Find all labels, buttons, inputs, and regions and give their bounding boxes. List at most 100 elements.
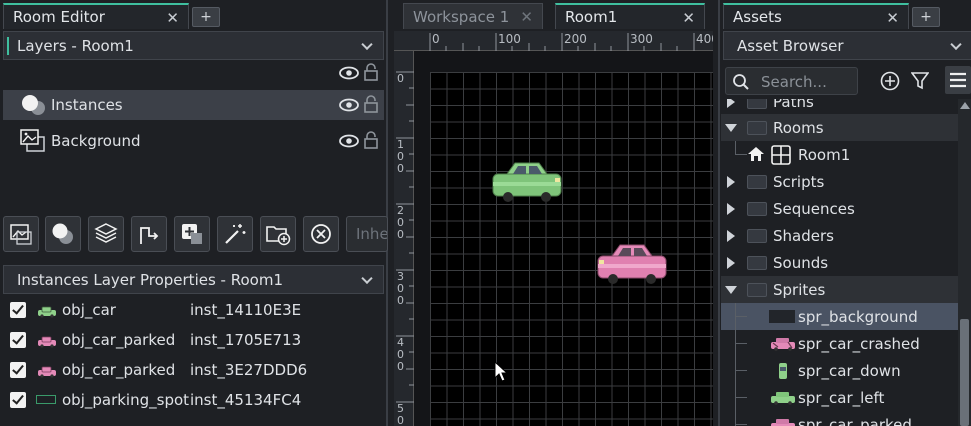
lock-icon[interactable] bbox=[364, 95, 378, 117]
folder-icon bbox=[747, 120, 767, 135]
add-asset-icon[interactable] bbox=[879, 70, 901, 96]
tree-item-spr-background[interactable]: spr_background bbox=[721, 303, 961, 330]
ruler-label: 0 bbox=[397, 72, 404, 85]
eye-icon[interactable] bbox=[339, 98, 359, 116]
add-folder-button[interactable] bbox=[260, 216, 296, 252]
instance-id: inst_1705E713 bbox=[190, 331, 302, 349]
tree-folder-rooms[interactable]: Rooms bbox=[721, 114, 961, 141]
add-instance-layer-button[interactable] bbox=[45, 216, 81, 252]
folder-icon bbox=[747, 255, 767, 270]
close-icon[interactable]: ✕ bbox=[682, 9, 695, 27]
room-grid[interactable] bbox=[430, 72, 713, 426]
chevron-right-icon[interactable] bbox=[727, 99, 735, 108]
add-tab-button[interactable]: + bbox=[912, 7, 940, 27]
instances-properties-header[interactable]: Instances Layer Properties - Room1 bbox=[3, 265, 384, 294]
chevron-down-icon[interactable] bbox=[361, 38, 373, 50]
magic-wand-icon[interactable] bbox=[217, 216, 253, 252]
tree-folder-scripts[interactable]: Scripts bbox=[721, 168, 961, 195]
layer-name: Instances bbox=[51, 96, 123, 114]
close-icon[interactable]: ✕ bbox=[886, 9, 899, 27]
tab-room1[interactable]: Room1 ✕ bbox=[555, 3, 705, 29]
ruler-top: 0 100 200 300 400 bbox=[394, 31, 713, 51]
tree-item-room1[interactable]: Room1 bbox=[721, 141, 961, 168]
instances-layer-icon bbox=[19, 93, 49, 117]
layers-header[interactable]: Layers - Room1 bbox=[3, 31, 384, 60]
asset-scrollbar[interactable] bbox=[958, 99, 971, 426]
filter-icon[interactable] bbox=[910, 71, 930, 95]
tree-folder-sounds[interactable]: Sounds bbox=[721, 249, 961, 276]
ruler-label: 300 bbox=[630, 32, 653, 46]
folder-icon bbox=[747, 228, 767, 243]
close-icon[interactable]: ✕ bbox=[520, 8, 533, 26]
tree-item-spr-car-parked[interactable]: spr_car_parked bbox=[721, 411, 961, 426]
scroll-up-arrow-icon[interactable] bbox=[960, 102, 970, 109]
tree-label: Sounds bbox=[773, 253, 829, 272]
inherit-field-text: Inhe bbox=[356, 225, 388, 243]
instances-properties-title: Instances Layer Properties - Room1 bbox=[17, 270, 283, 289]
instance-row[interactable]: obj_car_parked inst_3E27DDD6 bbox=[0, 355, 385, 385]
instance-row[interactable]: obj_parking_spot inst_45134FC4 bbox=[0, 385, 385, 415]
tree-folder-paths[interactable]: Paths bbox=[721, 99, 961, 115]
instance-object: obj_parking_spot bbox=[62, 391, 190, 409]
scrollbar-thumb[interactable] bbox=[960, 319, 969, 426]
asset-browser-header[interactable]: Asset Browser bbox=[723, 31, 971, 60]
car-instance-green[interactable] bbox=[491, 160, 563, 204]
tab-workspace-1[interactable]: Workspace 1 ✕ bbox=[403, 3, 543, 29]
instance-checkbox[interactable] bbox=[10, 362, 26, 378]
eye-icon[interactable] bbox=[339, 66, 359, 80]
chevron-right-icon[interactable] bbox=[727, 202, 735, 215]
room-canvas-area[interactable]: 0 100 200 300 400 0 1 0 0 2 0 0 3 0 0 4 … bbox=[394, 31, 713, 426]
add-path-layer-button[interactable] bbox=[131, 216, 167, 252]
instance-checkbox[interactable] bbox=[10, 302, 26, 318]
car-icon bbox=[37, 364, 57, 382]
add-tab-button[interactable]: + bbox=[192, 7, 220, 27]
delete-layer-button[interactable] bbox=[303, 216, 339, 252]
tree-folder-sprites[interactable]: Sprites bbox=[721, 276, 961, 303]
ruler-left: 0 1 0 0 2 0 0 3 0 0 4 0 0 5 0 bbox=[394, 51, 414, 426]
layer-row-instances[interactable]: Instances bbox=[3, 90, 384, 120]
lock-icon[interactable] bbox=[364, 131, 378, 153]
tree-label: spr_background bbox=[798, 307, 918, 326]
menu-icon[interactable] bbox=[945, 66, 971, 94]
tree-folder-sequences[interactable]: Sequences bbox=[721, 195, 961, 222]
tree-label: Paths bbox=[773, 99, 814, 111]
chevron-down-icon[interactable] bbox=[361, 272, 373, 284]
tree-item-spr-car-crashed[interactable]: spr_car_crashed bbox=[721, 330, 961, 357]
tree-item-spr-car-left[interactable]: spr_car_left bbox=[721, 384, 961, 411]
chevron-right-icon[interactable] bbox=[727, 175, 735, 188]
folder-icon bbox=[747, 201, 767, 216]
tree-folder-shaders[interactable]: Shaders bbox=[721, 222, 961, 249]
tab-assets[interactable]: Assets ✕ bbox=[723, 3, 909, 29]
instance-checkbox[interactable] bbox=[10, 332, 26, 348]
inherit-field[interactable]: Inhe bbox=[346, 216, 388, 252]
tab-room-editor[interactable]: Room Editor ✕ bbox=[3, 3, 189, 29]
lock-icon[interactable] bbox=[364, 63, 378, 81]
add-asset-layer-button[interactable] bbox=[174, 216, 210, 252]
chevron-right-icon[interactable] bbox=[727, 256, 735, 269]
chevron-down-icon[interactable] bbox=[950, 38, 962, 50]
chevron-down-icon[interactable] bbox=[725, 285, 737, 294]
instance-object: obj_car_parked bbox=[62, 361, 176, 379]
instance-id: inst_45134FC4 bbox=[190, 391, 302, 409]
close-icon[interactable]: ✕ bbox=[166, 9, 179, 27]
chevron-right-icon[interactable] bbox=[727, 229, 735, 242]
eye-icon[interactable] bbox=[339, 134, 359, 152]
tree-label: Rooms bbox=[773, 118, 824, 137]
car-instance-pink[interactable] bbox=[596, 242, 668, 286]
search-input[interactable]: Search... bbox=[725, 67, 858, 95]
instance-checkbox[interactable] bbox=[10, 392, 26, 408]
folder-icon bbox=[747, 174, 767, 189]
ruler-label: 2 0 0 bbox=[397, 204, 404, 241]
tree-label: Scripts bbox=[773, 172, 825, 191]
layer-row-background[interactable]: Background bbox=[3, 126, 384, 156]
search-icon bbox=[732, 73, 750, 95]
add-tile-layer-button[interactable] bbox=[88, 216, 124, 252]
tree-item-spr-car-down[interactable]: spr_car_down bbox=[721, 357, 961, 384]
instance-row[interactable]: obj_car_parked inst_1705E713 bbox=[0, 325, 385, 355]
instance-row[interactable]: obj_car inst_14110E3E bbox=[0, 295, 385, 325]
search-placeholder: Search... bbox=[761, 73, 827, 91]
chevron-down-icon[interactable] bbox=[725, 123, 737, 132]
folder-icon bbox=[747, 282, 767, 297]
add-background-layer-button[interactable] bbox=[3, 216, 39, 252]
ruler-label: 3 0 0 bbox=[397, 270, 404, 307]
